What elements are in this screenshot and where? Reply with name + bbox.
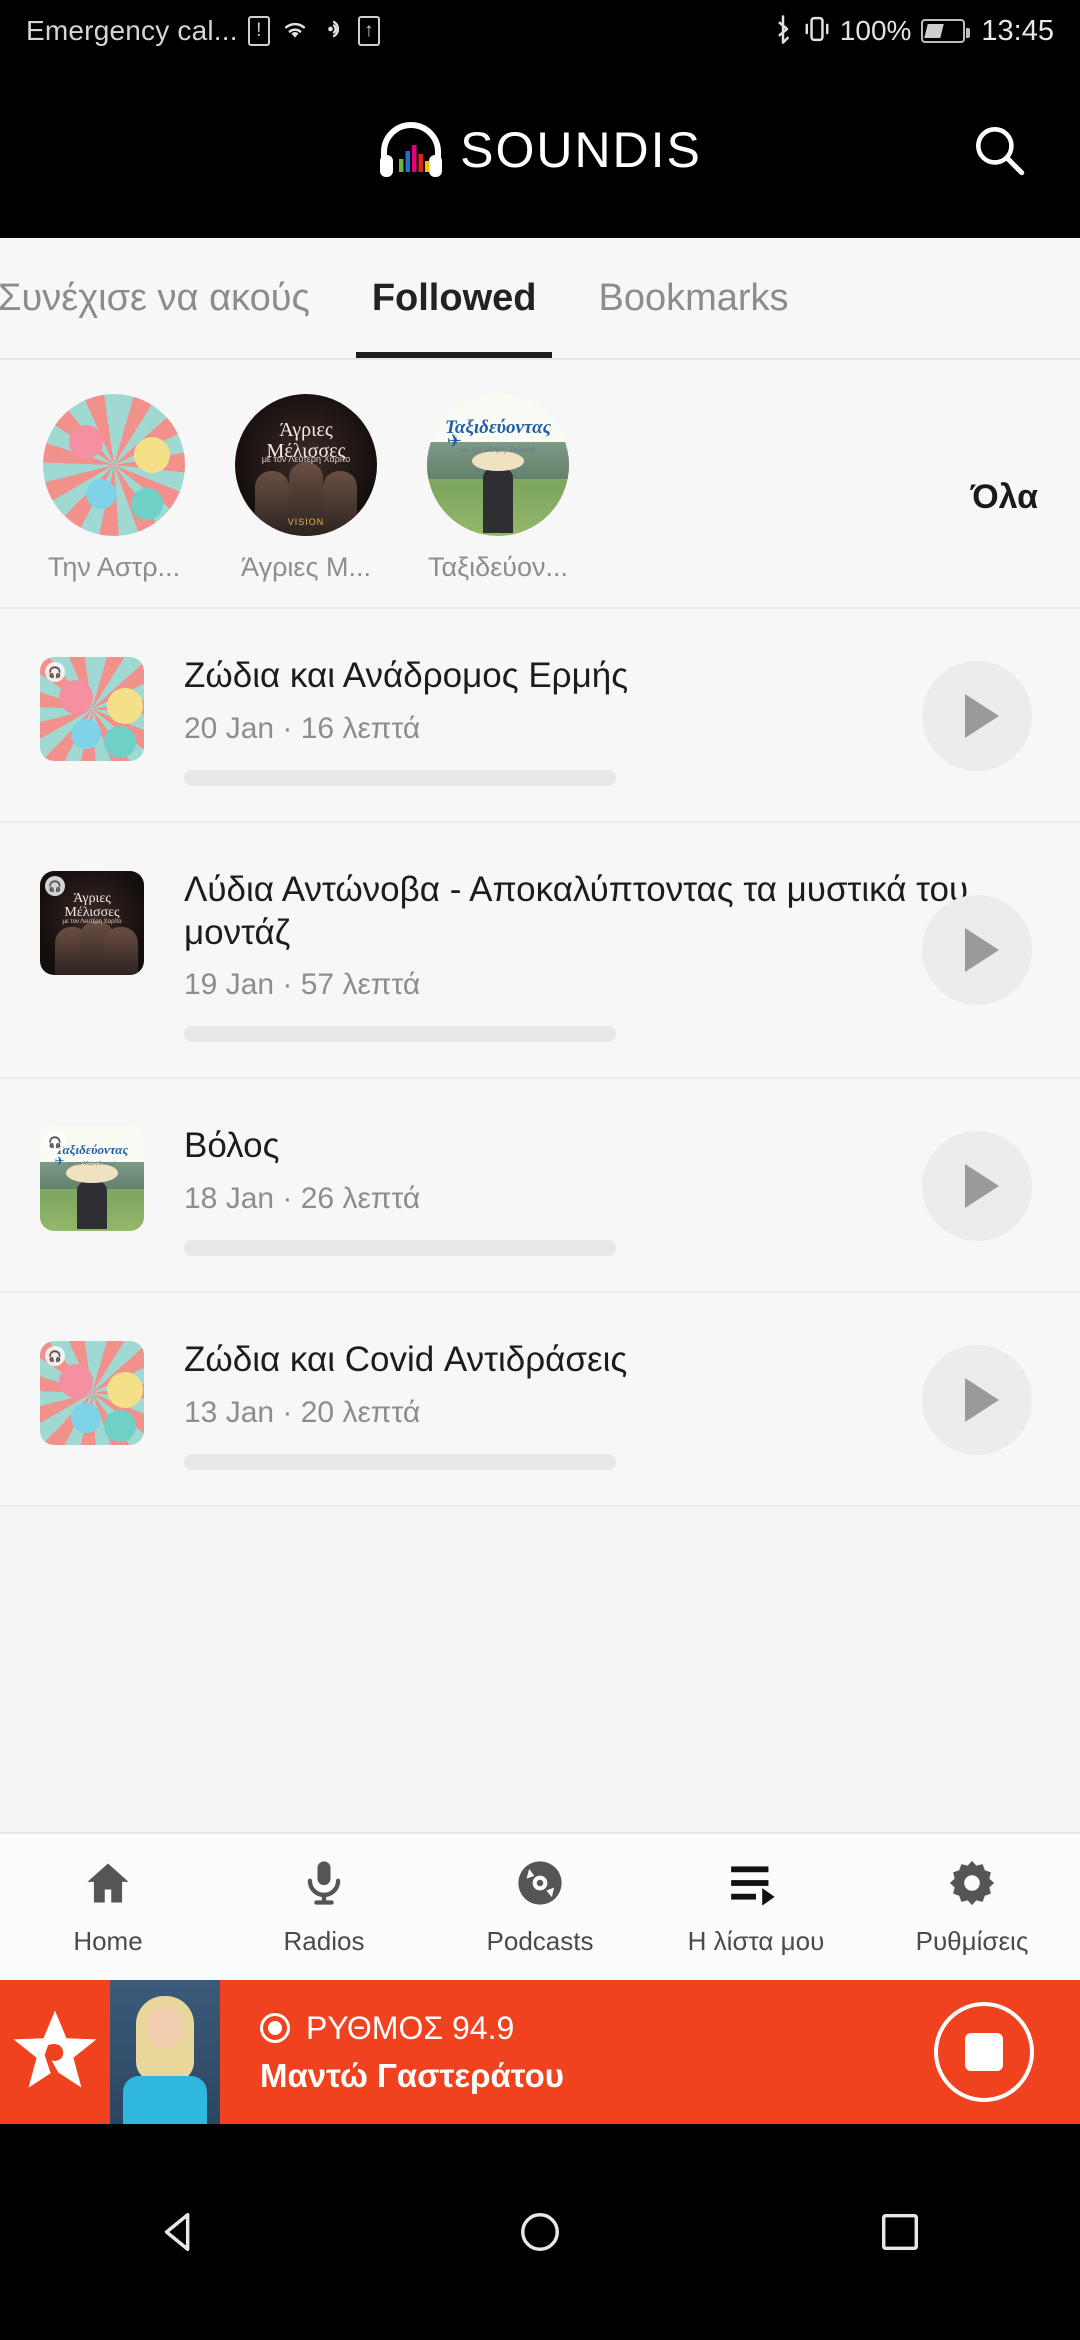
episode-list: 🎧 Ζώδια και Ανάδρομος Ερμής 20 Jan · 16 … (0, 609, 1080, 1507)
nav-label-radios: Radios (283, 1926, 365, 1956)
episode-row[interactable]: Άγριες Μέλισσες με τον Λευτέρη Χαρίτο 🎧 Λ… (0, 823, 1080, 1079)
status-bar-right: 100% 13:45 (772, 14, 1054, 48)
disc-icon (514, 1857, 566, 1914)
vibrate-phone-icon (804, 14, 830, 48)
recents-square-icon[interactable] (840, 2172, 960, 2292)
followed-podcast-label: Άγριες Μ... (241, 552, 371, 582)
episode-artwork: Άγριες Μέλισσες με τον Λευτέρη Χαρίτο 🎧 (40, 871, 144, 975)
episode-artwork: Ταξιδεύοντας με την Μαίρη Σκουρά ✈ 🎧 (40, 1127, 144, 1231)
episode-row[interactable]: Ταξιδεύοντας με την Μαίρη Σκουρά ✈ 🎧 Βόλ… (0, 1079, 1080, 1293)
episode-info: Ζώδια και Ανάδρομος Ερμής 20 Jan · 16 λε… (144, 649, 1040, 786)
stop-icon[interactable] (934, 2002, 1034, 2102)
clock-label: 13:45 (981, 14, 1054, 47)
tab-bar: Συνέχισε να ακούς Followed Bookmarks (0, 238, 1080, 360)
player-station-label: ΡΥΘΜΟΣ 94.9 (306, 2009, 515, 2046)
live-dot-icon (260, 2013, 290, 2043)
zodiac-wheel-artwork (43, 394, 185, 536)
episode-meta: 19 Jan · 57 λεπτά (184, 968, 421, 1002)
nav-item-settings[interactable]: Ρυθμίσεις (864, 1857, 1080, 1957)
followed-podcasts-row: Την Αστρ... Άγριες Μέλισσες με τον Λευτέρ… (0, 394, 1080, 583)
status-bar: Emergency cal... ! ↑ 100% 13:45 (0, 0, 1080, 62)
agries-melisses-artwork: Άγριες Μέλισσες με τον Λευτέρη Χαρίτο VIS… (235, 394, 377, 536)
episode-title: Λύδια Αντώνοβα - Αποκαλύπτοντας τα μυστι… (184, 870, 969, 952)
brand-name: SOUNDIS (460, 122, 702, 178)
search-icon[interactable] (964, 115, 1034, 185)
home-icon (82, 1857, 134, 1914)
tab-followed[interactable]: Followed (338, 238, 571, 358)
followed-podcast-item[interactable]: Την Αστρ... (36, 394, 192, 583)
followed-podcast-item[interactable]: Ταξιδεύοντας με την Μαίρη Σκουρά ✈ Ταξιδ… (420, 394, 576, 583)
episode-title: Βόλος (184, 1126, 280, 1165)
bottom-navigation: Home Radios Podcasts Η λίστα μου Ρυθμίσε (0, 1832, 1080, 1980)
episode-artwork: 🎧 (40, 657, 144, 761)
tab-continue-listening[interactable]: Συνέχισε να ακούς (0, 238, 338, 358)
episode-meta: 18 Jan · 26 λεπτά (184, 1181, 421, 1215)
system-navigation-bar (0, 2124, 1080, 2340)
episode-info: Ζώδια και Covid Αντιδράσεις 13 Jan · 20 … (144, 1333, 1040, 1470)
carrier-label: Emergency cal... (26, 15, 238, 46)
star-logo-icon (0, 1980, 110, 2124)
app-header: SOUNDIS (0, 62, 1080, 238)
nav-label-my-list: Podcasts (486, 1926, 594, 1956)
episode-info: Βόλος 18 Jan · 26 λεπτά (144, 1119, 1040, 1256)
followed-podcasts-strip: Την Αστρ... Άγριες Μέλισσες με τον Λευτέρ… (0, 360, 1080, 609)
episode-row[interactable]: 🎧 Ζώδια και Covid Αντιδράσεις 13 Jan · 2… (0, 1293, 1080, 1507)
play-icon[interactable] (922, 1345, 1032, 1455)
player-info: ΡΥΘΜΟΣ 94.9 Μαντώ Γαστεράτου (220, 2010, 934, 2095)
episode-progress-bar (184, 1239, 616, 1256)
mini-player[interactable]: ΡΥΘΜΟΣ 94.9 Μαντώ Γαστεράτου (0, 1980, 1080, 2124)
episode-artwork: 🎧 (40, 1341, 144, 1445)
episode-row[interactable]: 🎧 Ζώδια και Ανάδρομος Ερμής 20 Jan · 16 … (0, 609, 1080, 823)
play-icon[interactable] (922, 895, 1032, 1005)
episode-meta: 13 Jan · 20 λεπτά (184, 1395, 421, 1429)
vibrate-icon (320, 17, 348, 45)
sim-alert-icon: ! (247, 16, 270, 46)
sim-card-icon: ↑ (357, 16, 380, 46)
microphone-icon (298, 1857, 350, 1914)
bluetooth-icon (772, 14, 794, 48)
play-icon[interactable] (922, 1131, 1032, 1241)
status-bar-left: Emergency cal... ! ↑ (26, 15, 380, 47)
episode-meta: 20 Jan · 16 λεπτά (184, 711, 421, 745)
nav-item-my-list[interactable]: Η λίστα μου (648, 1857, 864, 1957)
followed-podcast-label: Την Αστρ... (47, 552, 181, 582)
play-icon[interactable] (922, 661, 1032, 771)
phone-screen: Emergency cal... ! ↑ 100% 13:45 SOUNDIS … (0, 0, 1080, 2340)
episode-title: Ζώδια και Ανάδρομος Ερμής (184, 656, 629, 695)
home-circle-icon[interactable] (480, 2172, 600, 2292)
battery-icon (921, 19, 971, 43)
show-artwork (110, 1980, 220, 2124)
episode-progress-bar (184, 769, 616, 786)
headphones-equalizer-logo (378, 121, 444, 179)
followed-podcast-item[interactable]: Άγριες Μέλισσες με τον Λευτέρη Χαρίτο VIS… (228, 394, 384, 583)
followed-podcast-label: Ταξιδεύον... (427, 552, 569, 582)
taxidevontas-artwork: Ταξιδεύοντας με την Μαίρη Σκουρά ✈ (427, 394, 569, 536)
episode-progress-bar (184, 1453, 616, 1470)
nav-label-podcasts: Η λίστα μου (687, 1926, 825, 1956)
nav-item-home[interactable]: Home (0, 1857, 216, 1957)
podcast-badge-icon: 🎧 (45, 1346, 65, 1366)
nav-item-radios[interactable]: Radios (216, 1857, 432, 1957)
podcast-badge-icon: 🎧 (45, 876, 65, 896)
episode-progress-bar (184, 1026, 616, 1043)
player-show-label: Μαντώ Γαστεράτου (260, 2056, 564, 2094)
battery-percent-label: 100% (839, 15, 912, 46)
playlist-play-icon (727, 1857, 785, 1914)
player-station-line: ΡΥΘΜΟΣ 94.9 (260, 2010, 934, 2047)
episode-title: Ζώδια και Covid Αντιδράσεις (184, 1340, 628, 1379)
nav-label-home: Home (73, 1926, 143, 1956)
nav-label-settings: Ρυθμίσεις (915, 1926, 1029, 1956)
tab-bookmarks[interactable]: Bookmarks (570, 238, 816, 358)
brand-logo: SOUNDIS (378, 121, 702, 179)
nav-item-podcasts[interactable]: Podcasts (432, 1857, 648, 1957)
podcast-badge-icon: 🎧 (45, 1132, 65, 1152)
episode-info: Λύδια Αντώνοβα - Αποκαλύπτοντας τα μυστι… (144, 863, 1040, 1043)
show-all-button[interactable]: Όλα (971, 478, 1038, 517)
wifi-icon (280, 17, 310, 45)
gear-icon (946, 1857, 998, 1914)
back-triangle-icon[interactable] (120, 2172, 240, 2292)
podcast-badge-icon: 🎧 (45, 662, 65, 682)
